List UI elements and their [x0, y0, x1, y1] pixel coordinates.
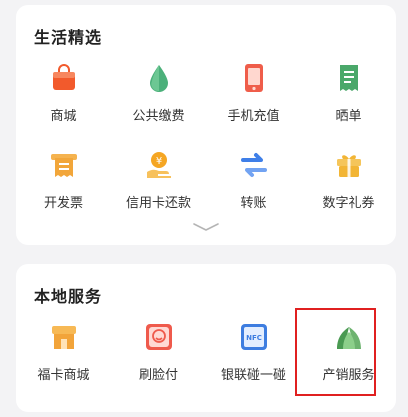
local-services-card: 本地服务 福卡商城 刷脸付 NFC 银联碰一碰 产销服务: [16, 264, 396, 412]
utility-payment-label: 公共缴费: [132, 108, 185, 123]
gift-icon: [332, 148, 366, 182]
svg-text:¥: ¥: [155, 156, 161, 167]
section-title-life: 生活精选: [34, 30, 103, 47]
shopping-bag-icon: [47, 61, 81, 95]
shop-label: 商城: [50, 108, 77, 123]
digital-voucher-label: 数字礼券: [322, 195, 375, 210]
fuka-mall-label: 福卡商城: [37, 367, 90, 382]
face-scan-icon: [142, 320, 176, 354]
life-grid: 商城 公共缴费 手机充值 晒单 开发票 ¥ 信用卡还款 转账 数字礼券: [16, 61, 396, 223]
nfc-card-icon: NFC: [237, 320, 271, 354]
chevron-down-icon[interactable]: [192, 219, 220, 237]
share-order-item[interactable]: 晒单: [301, 61, 396, 136]
invoice-icon: [47, 148, 81, 182]
digital-voucher-item[interactable]: 数字礼券: [301, 148, 396, 223]
highlight-box: [295, 308, 376, 396]
transfer-item[interactable]: 转账: [206, 148, 301, 223]
unionpay-tap-item[interactable]: NFC 银联碰一碰: [206, 320, 301, 395]
phone-recharge-item[interactable]: 手机充值: [206, 61, 301, 136]
nfc-text: NFC: [246, 334, 262, 342]
mobile-phone-icon: [237, 61, 271, 95]
transfer-arrows-icon: [237, 148, 271, 182]
shop-item[interactable]: 商城: [16, 61, 111, 136]
invoice-item[interactable]: 开发票: [16, 148, 111, 223]
hand-coin-icon: ¥: [142, 148, 176, 182]
credit-card-repay-label: 信用卡还款: [125, 195, 191, 210]
receipt-icon: [332, 61, 366, 95]
face-pay-label: 刷脸付: [138, 367, 178, 382]
share-order-label: 晒单: [335, 108, 362, 123]
life-selection-card: 生活精选 商城 公共缴费 手机充值 晒单 开发票 ¥ 信用卡还款 转账 数字礼券: [16, 5, 396, 245]
unionpay-tap-label: 银联碰一碰: [220, 367, 286, 382]
credit-card-repay-item[interactable]: ¥ 信用卡还款: [111, 148, 206, 223]
face-pay-item[interactable]: 刷脸付: [111, 320, 206, 395]
water-drop-icon: [142, 61, 176, 95]
transfer-label: 转账: [240, 195, 267, 210]
phone-recharge-label: 手机充值: [227, 108, 280, 123]
invoice-label: 开发票: [43, 195, 83, 210]
fuka-mall-item[interactable]: 福卡商城: [16, 320, 111, 395]
section-title-local: 本地服务: [34, 289, 103, 306]
storefront-icon: [47, 320, 81, 354]
utility-payment-item[interactable]: 公共缴费: [111, 61, 206, 136]
